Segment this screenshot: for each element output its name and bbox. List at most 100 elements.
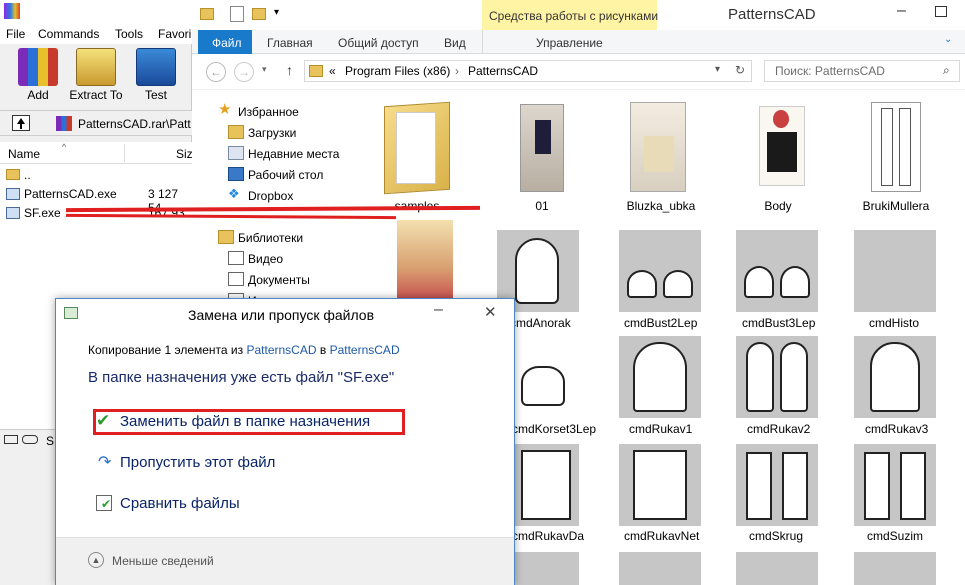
back-button[interactable]: ← [206,62,226,82]
libraries-icon [218,230,234,244]
recent-places-icon [228,146,244,160]
pattern-thumbnail[interactable] [736,230,818,312]
forward-button[interactable]: → [234,62,254,82]
tile-caption: cmdSkrug [749,529,804,543]
up-folder-icon[interactable] [12,115,30,131]
pattern-thumbnail[interactable] [736,552,818,585]
image-thumbnail [723,92,833,202]
tile-caption: cmdRukav2 [747,422,811,436]
pattern-thumbnail[interactable] [619,444,701,526]
tile-samples[interactable]: samples [362,92,472,217]
address-bar[interactable]: « Program Files (x86) › PatternsCAD ▾ ↻ [304,60,752,82]
tile-caption: cmdHisto [869,316,920,330]
breadcrumb-patternscad[interactable]: PatternsCAD [468,64,538,78]
copy-info: Копирование 1 элемента из PatternsCAD в … [88,343,400,357]
winrar-column-header: Name ^ Siz [0,142,193,164]
new-folder-icon[interactable] [252,8,266,20]
tile-caption: cmdRukav3 [865,422,929,436]
pattern-thumbnail[interactable] [515,336,579,418]
list-item[interactable]: PatternsCAD.exe 3 127 54 [0,185,192,215]
chevron-up-icon: ▲ [88,552,104,568]
tab-manage[interactable]: Управление [536,36,603,50]
test-archive-icon [136,48,176,86]
tile-caption: cmdSuzim [867,529,924,543]
image-thumbnail [606,92,716,202]
winrar-app-icon [4,3,20,19]
pattern-thumbnail [841,92,951,202]
recent-locations-icon[interactable]: ▾ [262,64,267,75]
tile-01[interactable]: 01 [487,92,597,217]
exe-file-icon [6,188,20,200]
up-arrow-icon[interactable]: ↑ [286,62,293,78]
close-icon[interactable]: ✕ [484,303,497,321]
tile-body[interactable]: Body [723,92,833,217]
search-input[interactable]: Поиск: PatternsCAD ⌕ [764,60,960,82]
pattern-thumbnail[interactable] [854,230,936,312]
pattern-thumbnail[interactable] [736,336,818,418]
source-folder-link[interactable]: PatternsCAD [246,343,316,357]
search-icon[interactable]: ⌕ [943,63,950,78]
winrar-path-bar: PatternsCAD.rar\Patt [0,110,192,136]
breadcrumb-overflow[interactable]: « [329,64,336,78]
pattern-thumbnail[interactable] [619,230,701,312]
minimize-icon[interactable]: – [897,2,906,20]
extract-to-icon [76,48,116,86]
maximize-icon[interactable] [935,6,947,17]
tab-view[interactable]: Вид [444,36,466,50]
pattern-thumbnail[interactable] [854,552,936,585]
ribbon-expand-icon[interactable]: ⌄ [944,34,952,45]
menu-file[interactable]: File [6,27,25,41]
pattern-thumbnail[interactable] [854,336,936,418]
dropbox-icon: ❖ [228,186,240,201]
column-size[interactable]: Siz [176,147,193,161]
search-placeholder: Поиск: PatternsCAD [775,64,885,78]
properties-icon[interactable] [230,6,244,22]
folder-icon [6,169,20,180]
window-title: PatternsCAD [728,6,816,23]
address-dropdown-icon[interactable]: ▾ [715,64,720,75]
exe-file-icon [6,207,20,219]
pattern-thumbnail[interactable] [515,444,579,526]
tile-caption: cmdBust3Lep [742,316,816,330]
add-archive-icon [18,48,58,86]
tile-brukimullera[interactable]: BrukiMullera [841,92,951,217]
pattern-thumbnail[interactable] [619,552,701,585]
minimize-icon[interactable]: – [434,301,443,319]
pattern-thumbnail[interactable] [619,336,701,418]
column-divider [124,144,125,162]
archive-path[interactable]: PatternsCAD.rar\Patt [78,117,191,131]
menu-commands[interactable]: Commands [38,27,99,41]
tab-file-label: Файл [212,36,242,50]
menu-favorites[interactable]: Favori [158,27,191,41]
refresh-icon[interactable]: ↻ [735,63,745,77]
add-button[interactable]: Add [10,48,66,104]
winrar-titlebar [0,0,192,24]
breadcrumb-program-files[interactable]: Program Files (x86) [345,64,450,78]
tile-caption: cmdBust2Lep [624,316,698,330]
quick-access-dropdown-icon[interactable]: ▾ [274,7,279,18]
image-thumbnail [487,92,597,202]
pattern-thumbnail[interactable] [515,552,579,585]
menu-tools[interactable]: Tools [115,27,143,41]
tile-caption: cmdKorset3Lep [512,422,597,436]
downloads-icon [228,125,244,139]
tab-share[interactable]: Общий доступ [338,36,419,50]
pattern-thumbnail[interactable] [854,444,936,526]
destination-folder-link[interactable]: PatternsCAD [330,343,400,357]
tile-bluzka-ubka[interactable]: Bluzka_ubka [606,92,716,217]
test-button[interactable]: Test [128,48,184,104]
breadcrumb-chevron-icon[interactable]: › [455,64,459,78]
tab-home[interactable]: Главная [267,36,313,50]
annotation-box [93,409,405,435]
desktop-icon [228,167,244,181]
list-item[interactable]: .. [0,166,192,185]
contextual-tab-title: Средства работы с рисунками [489,9,659,23]
extract-to-button[interactable]: Extract To [68,48,124,104]
address-row: ← → ▾ ↑ « Program Files (x86) › Patterns… [192,54,965,90]
compare-check-icon: ✔ [101,497,112,511]
tile-caption: cmdRukavDa [512,529,585,543]
pattern-thumbnail[interactable] [736,444,818,526]
sort-arrow-icon: ^ [62,142,67,152]
column-name[interactable]: Name [8,147,40,161]
less-details-button[interactable]: ▲ Меньше сведений [88,552,228,572]
